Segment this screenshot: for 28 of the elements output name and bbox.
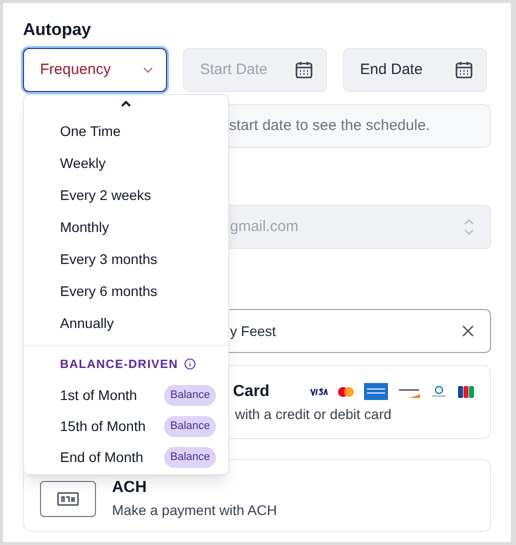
- balance-badge: Balance: [164, 447, 216, 468]
- frequency-select[interactable]: Frequency: [23, 48, 167, 92]
- date-field[interactable]: End Date: [343, 48, 487, 92]
- balance-badge: Balance: [164, 416, 216, 437]
- menu-item[interactable]: Annually: [24, 307, 228, 339]
- option-title: ACH: [112, 478, 148, 498]
- date-placeholder: End Date: [360, 60, 423, 80]
- bank-icon: [40, 480, 96, 516]
- schedule-note: start date to see the schedule.: [229, 116, 430, 136]
- option-title: Card: [233, 382, 270, 402]
- section-title: Autopay: [23, 19, 92, 41]
- balance-badge: Balance: [164, 385, 216, 406]
- menu-item[interactable]: 1st of Month Balance: [24, 380, 228, 411]
- menu-item[interactable]: Every 6 months: [24, 275, 228, 307]
- chevron-up-icon[interactable]: [120, 100, 132, 108]
- menu-item[interactable]: Weekly: [24, 147, 228, 179]
- chevron-down-icon: [142, 66, 154, 74]
- sort-arrows-icon: [464, 219, 474, 235]
- calendar-icon: [294, 60, 314, 80]
- option-description: with a credit or debit card: [234, 404, 392, 424]
- option-description: Make a payment with ACH: [112, 501, 277, 520]
- menu-item[interactable]: Monthly: [24, 211, 228, 243]
- info-icon[interactable]: [184, 358, 196, 370]
- date-placeholder: Start Date: [200, 60, 268, 80]
- close-icon[interactable]: [462, 325, 474, 337]
- calendar-icon: [454, 60, 474, 80]
- menu-item[interactable]: 15th of Month Balance: [24, 411, 228, 442]
- menu-item[interactable]: One Time: [24, 115, 228, 147]
